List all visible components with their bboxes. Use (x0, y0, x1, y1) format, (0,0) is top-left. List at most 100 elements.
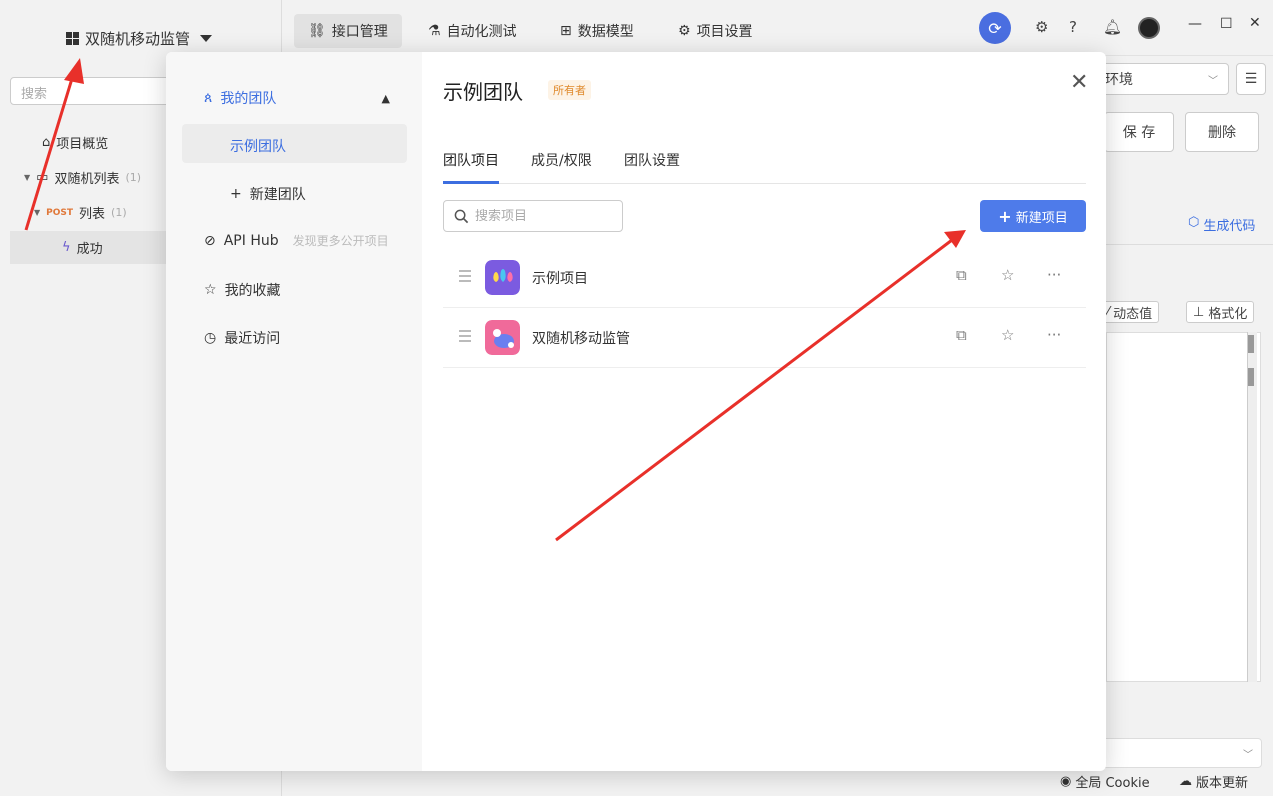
tree-item-overview[interactable]: ⌂ 项目概览 (42, 133, 108, 152)
tree-item-label: 双随机列表 (54, 172, 120, 187)
env-select[interactable]: 环境 ﹀ (1094, 63, 1229, 95)
tabs-divider (443, 183, 1086, 184)
team-modal: ጰ 我的团队 ▲ 示例团队 + 新建团队 ⊘ API Hub 发现更多公开项目 … (166, 52, 1106, 771)
open-external-icon[interactable]: ⧉ (956, 266, 967, 284)
scroll-thumb[interactable] (1248, 368, 1254, 386)
new-project-label: 新建项目 (1015, 210, 1068, 226)
project-row[interactable]: 双随机移动监管 ⧉ ☆ ··· (443, 308, 1086, 368)
format-icon: ⊥ (1193, 304, 1205, 320)
star-icon[interactable]: ☆ (1001, 326, 1014, 344)
search-icon (454, 209, 469, 223)
sidebar-label: 我的团队 (220, 91, 277, 107)
body-editor[interactable] (1106, 332, 1261, 682)
list-icon[interactable]: ☰ (1236, 63, 1266, 95)
plus-icon: + (230, 186, 242, 202)
gear-icon: ⚙ (678, 23, 691, 39)
sidebar-item-favorites[interactable]: ☆ 我的收藏 (204, 280, 281, 300)
tree-item-case[interactable]: ϟ 成功 (62, 238, 103, 257)
project-logo-icon (485, 260, 520, 295)
star-icon[interactable]: ☆ (1001, 266, 1014, 284)
tab-project-settings[interactable]: ⚙ 项目设置 (664, 14, 767, 48)
project-search[interactable] (443, 200, 623, 232)
tree-item-label: 成功 (76, 242, 103, 257)
open-external-icon[interactable]: ⧉ (956, 326, 967, 344)
expand-icon: ▼ (34, 208, 41, 217)
tab-data-model[interactable]: ⊞ 数据模型 (546, 14, 648, 48)
modal-title: 示例团队 (443, 80, 523, 104)
caret-down-icon (200, 35, 213, 42)
expand-icon: ▼ (24, 173, 31, 182)
sidebar-hint: 发现更多公开项目 (292, 234, 389, 248)
chevron-up-icon: ▲ (381, 91, 390, 105)
version-update-button[interactable]: ☁ 版本更新 (1179, 772, 1248, 791)
new-project-button[interactable]: + 新建项目 (980, 200, 1086, 232)
tab-team-projects[interactable]: 团队项目 (443, 150, 499, 170)
sidebar-active-bg (182, 124, 407, 163)
tree-item-folder[interactable]: ▼ ▭ 双随机列表 (1) (24, 168, 141, 187)
more-icon[interactable]: ··· (1047, 266, 1061, 284)
project-search-input[interactable] (475, 208, 605, 224)
cube-icon: ⬡ (1188, 215, 1200, 230)
tab-members[interactable]: 成员/权限 (531, 150, 592, 170)
project-name: 双随机移动监管 (532, 331, 630, 347)
tree-count: (1) (111, 206, 127, 219)
bottom-select[interactable]: ﹀ (1100, 738, 1262, 768)
sidebar-label: 新建团队 (249, 187, 306, 203)
tree-search-input[interactable]: 搜索 (10, 77, 170, 105)
sidebar-item-recent[interactable]: ◷ 最近访问 (204, 328, 280, 348)
divider (1106, 244, 1273, 245)
team-icon: ጰ (204, 90, 213, 106)
help-icon[interactable]: ? (1069, 18, 1077, 36)
sidebar-label: 示例团队 (230, 139, 286, 155)
tree-item-endpoint[interactable]: ▼ POST 列表 (1) (34, 203, 127, 222)
close-icon[interactable]: ✕ (1070, 72, 1088, 94)
project-logo-icon (485, 320, 520, 355)
close-window-icon[interactable]: ✕ (1249, 15, 1261, 31)
tab-api-management[interactable]: ⛓ 接口管理 (294, 14, 402, 48)
avatar[interactable] (1138, 17, 1160, 39)
role-badge: 所有者 (548, 80, 591, 100)
version-update-label: 版本更新 (1196, 776, 1249, 791)
tab-team-settings[interactable]: 团队设置 (624, 150, 680, 170)
format-button[interactable]: ⊥ 格式化 (1186, 301, 1255, 323)
generate-code-link[interactable]: ⬡ 生成代码 (1188, 215, 1255, 234)
sidebar-item-api-hub[interactable]: ⊘ API Hub 发现更多公开项目 (204, 232, 389, 249)
scroll-thumb[interactable] (1248, 335, 1254, 353)
star-icon: ☆ (204, 282, 217, 298)
clock-icon: ◷ (204, 330, 217, 346)
sync-icon[interactable]: ⟳ (979, 12, 1011, 44)
settings-icon[interactable]: ⚙ (1035, 18, 1048, 36)
drag-handle-icon[interactable] (459, 330, 471, 342)
env-label: 环境 (1105, 72, 1133, 88)
tab-label: 项目设置 (696, 24, 753, 40)
sidebar-item-my-team[interactable]: ጰ 我的团队 ▲ (204, 88, 390, 108)
project-row[interactable]: 示例项目 ⧉ ☆ ··· (443, 248, 1086, 308)
drag-handle-icon[interactable] (459, 270, 471, 282)
plus-icon: + (998, 206, 1012, 226)
tree-count: (1) (125, 171, 142, 184)
bell-icon[interactable]: 🔔︎ (1103, 18, 1122, 36)
wand-icon: ⁄ (1107, 304, 1110, 320)
tab-label: 数据模型 (577, 24, 634, 40)
delete-button[interactable]: 删除 (1185, 112, 1259, 152)
sidebar-item-new-team[interactable]: + 新建团队 (230, 184, 306, 204)
more-icon[interactable]: ··· (1047, 326, 1061, 344)
project-switcher[interactable]: 双随机移动监管 (66, 28, 213, 49)
cloud-icon: ☁ (1179, 774, 1192, 789)
hierarchy-icon: ⊞ (560, 23, 572, 39)
maximize-icon[interactable]: ☐ (1220, 16, 1233, 32)
minimize-icon[interactable]: — (1188, 16, 1202, 32)
link-icon: ⛓ (308, 23, 326, 39)
active-tab-indicator (443, 181, 499, 184)
lightning-icon: ϟ (62, 240, 71, 255)
save-button[interactable]: 保 存 (1104, 112, 1174, 152)
generate-code-label: 生成代码 (1203, 219, 1256, 234)
method-tag: POST (46, 207, 74, 218)
tree-item-label: 项目概览 (56, 137, 109, 152)
sidebar-item-example-team[interactable]: 示例团队 (230, 136, 286, 156)
dynamic-value-button[interactable]: ⁄ 动态值 (1100, 301, 1160, 323)
sidebar-label: 我的收藏 (224, 283, 281, 299)
cookie-icon: ◉ (1060, 774, 1072, 789)
tab-auto-test[interactable]: ⚗ 自动化测试 (414, 14, 531, 48)
global-cookie-button[interactable]: ◉ 全局 Cookie (1060, 772, 1150, 791)
